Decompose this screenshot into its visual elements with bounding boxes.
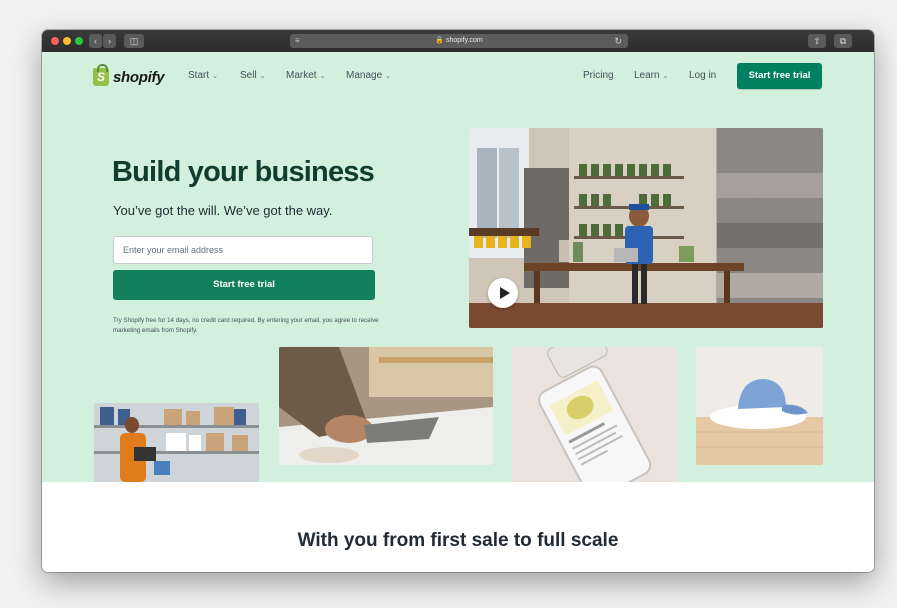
- hero-video-thumbnail[interactable]: [469, 128, 823, 328]
- browser-toolbar: ‹ › ◫ ≡ 🔒 shopify.com ↻ ⇧ ⧉: [42, 30, 874, 52]
- nav-start-label: Start: [188, 70, 210, 81]
- nav-market-label: Market: [286, 70, 317, 81]
- share-icon[interactable]: ⇧: [808, 34, 826, 48]
- craftsman-photo: [279, 347, 493, 465]
- lower-section: [42, 482, 874, 572]
- reload-icon[interactable]: ↻: [614, 34, 622, 48]
- warehouse-photo: [94, 403, 259, 482]
- hat-illustration: [696, 347, 823, 465]
- hat-product-photo: [696, 347, 823, 465]
- play-icon[interactable]: [488, 278, 518, 308]
- lock-icon: 🔒: [435, 37, 444, 44]
- nav-market[interactable]: Market ⌄: [286, 70, 325, 81]
- nav-sell-label: Sell: [240, 70, 257, 81]
- nav-start[interactable]: Start ⌄: [188, 70, 218, 81]
- section-title: With you from first sale to full scale: [297, 530, 619, 551]
- browser-window: ‹ › ◫ ≡ 🔒 shopify.com ↻ ⇧ ⧉ S shopify Sta…: [42, 30, 874, 572]
- nav-manage[interactable]: Manage ⌄: [346, 70, 391, 81]
- hero-start-free-trial-button[interactable]: Start free trial: [113, 270, 375, 300]
- email-input[interactable]: [113, 236, 373, 264]
- nav-login-label: Log in: [689, 70, 717, 81]
- chevron-down-icon: ⌄: [385, 72, 392, 80]
- reader-icon[interactable]: ≡: [295, 34, 300, 48]
- web-page: S shopify Start ⌄ Sell ⌄ Market ⌄ Manage ⌄ P…: [42, 52, 874, 572]
- shopping-bag-icon: S: [93, 64, 109, 86]
- url-text: shopify.com: [445, 37, 483, 44]
- workshop-photo: [469, 128, 823, 328]
- hero-headline: Build your business: [112, 156, 375, 188]
- nav-pricing[interactable]: Pricing: [583, 70, 614, 81]
- nav-pricing-label: Pricing: [583, 70, 614, 81]
- chevron-down-icon: ⌄: [212, 72, 218, 80]
- chevron-down-icon: ⌄: [319, 72, 326, 80]
- hero-section: S shopify Start ⌄ Sell ⌄ Market ⌄ Manage ⌄ P…: [42, 52, 874, 482]
- nav-manage-label: Manage: [346, 70, 383, 81]
- logo-text: shopify: [113, 68, 165, 86]
- address-bar[interactable]: ≡ 🔒 shopify.com ↻: [290, 34, 628, 48]
- legal-disclaimer: Try Shopify free for 14 days, no credit …: [113, 317, 379, 334]
- nav-sell[interactable]: Sell ⌄: [240, 70, 266, 81]
- nav-learn[interactable]: Learn ⌄: [634, 70, 668, 81]
- warehouse-illustration: [94, 403, 259, 482]
- forward-button[interactable]: ›: [103, 34, 116, 48]
- nav-start-free-trial-button[interactable]: Start free trial: [737, 63, 822, 89]
- hero-subline: You’ve got the will. We’ve got the way.: [113, 203, 333, 218]
- close-window-button[interactable]: [51, 37, 59, 45]
- sidebar-toggle-icon[interactable]: ◫: [124, 34, 144, 48]
- nav-login[interactable]: Log in: [689, 70, 716, 81]
- minimize-window-button[interactable]: [63, 37, 71, 45]
- back-button[interactable]: ‹: [89, 34, 102, 48]
- zoom-window-button[interactable]: [75, 37, 83, 45]
- craftsman-illustration: [279, 347, 493, 465]
- nav-learn-label: Learn: [634, 70, 660, 81]
- chevron-down-icon: ⌄: [259, 72, 266, 80]
- shopify-logo[interactable]: S shopify: [93, 64, 165, 88]
- mobile-store-illustration: [512, 347, 677, 482]
- mobile-store-photo: [512, 347, 677, 482]
- chevron-down-icon: ⌄: [662, 72, 669, 80]
- tabs-overview-icon[interactable]: ⧉: [834, 34, 852, 48]
